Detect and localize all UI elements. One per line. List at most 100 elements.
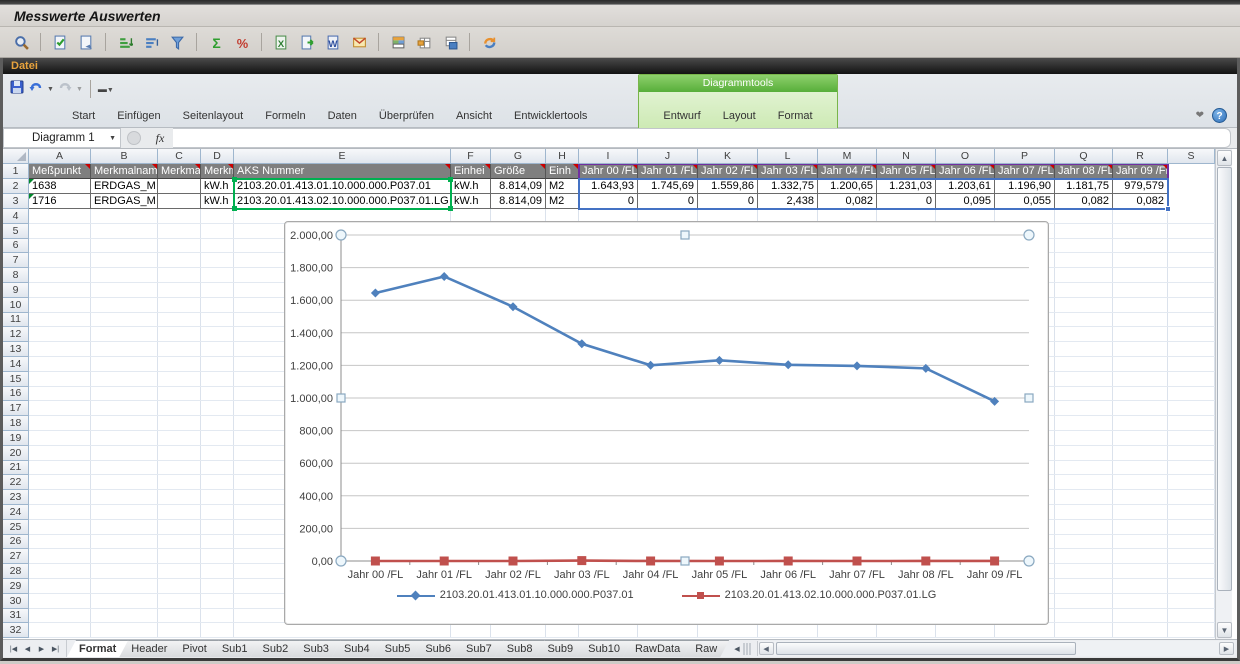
cell-G2[interactable]: 8.814,09 (491, 179, 546, 194)
column-header-K[interactable]: K (698, 149, 758, 164)
sum-icon[interactable]: Σ (205, 31, 227, 53)
cell-A3[interactable]: 1716 (29, 194, 91, 209)
first-sheet-icon[interactable]: |◀ (7, 645, 20, 653)
column-header-O[interactable]: O (936, 149, 995, 164)
column-header-R[interactable]: R (1113, 149, 1168, 164)
row-header-27[interactable]: 27 (3, 549, 29, 564)
cell-P2[interactable]: 1.196,90 (995, 179, 1055, 194)
cell-Q3[interactable]: 0,082 (1055, 194, 1113, 209)
row-header-10[interactable]: 10 (3, 298, 29, 313)
select-all-corner[interactable] (3, 149, 29, 164)
cell-D3[interactable]: kW.h (201, 194, 234, 209)
cell-K1[interactable]: Jahr 02 /FL (698, 164, 758, 179)
cell-B3[interactable]: ERDGAS_M (91, 194, 158, 209)
row-header-30[interactable]: 30 (3, 594, 29, 609)
scroll-up-icon[interactable]: ▲ (1217, 150, 1232, 166)
row-header-28[interactable]: 28 (3, 564, 29, 579)
cell-J1[interactable]: Jahr 01 /FL (638, 164, 698, 179)
cell-R3[interactable]: 0,082 (1113, 194, 1168, 209)
column-header-E[interactable]: E (234, 149, 451, 164)
column-header-G[interactable]: G (491, 149, 546, 164)
customize-quick-access-icon[interactable]: ▬▼ (98, 84, 114, 94)
ribbon-tab-ansicht[interactable]: Ansicht (445, 106, 503, 127)
row-header-3[interactable]: 3 (3, 194, 29, 209)
cell-M3[interactable]: 0,082 (818, 194, 877, 209)
redo-icon[interactable] (57, 79, 73, 100)
tab-splitter-handle[interactable] (743, 643, 751, 655)
row-header-19[interactable]: 19 (3, 431, 29, 446)
cell-E3[interactable]: 2103.20.01.413.02.10.000.000.P037.01.LG (234, 194, 451, 209)
row-header-29[interactable]: 29 (3, 579, 29, 594)
column-header-I[interactable]: I (579, 149, 638, 164)
data-export-icon[interactable] (296, 31, 318, 53)
scroll-left-icon[interactable]: ◀ (759, 642, 774, 655)
column-header-B[interactable]: B (91, 149, 158, 164)
column-header-C[interactable]: C (158, 149, 201, 164)
save-layout-icon[interactable] (439, 31, 461, 53)
row-header-24[interactable]: 24 (3, 505, 29, 520)
row-header-12[interactable]: 12 (3, 327, 29, 342)
cell-J3[interactable]: 0 (638, 194, 698, 209)
minimize-ribbon-icon[interactable]: ❤ (1196, 110, 1204, 121)
cell-D1[interactable]: Merkm (201, 164, 234, 179)
column-header-J[interactable]: J (638, 149, 698, 164)
report-open-icon[interactable] (75, 31, 97, 53)
layout-grid-icon[interactable] (387, 31, 409, 53)
save-icon[interactable] (9, 79, 25, 100)
last-sheet-icon[interactable]: ▶| (49, 645, 62, 653)
cell-N3[interactable]: 0 (877, 194, 936, 209)
subtotal-icon[interactable]: % (231, 31, 253, 53)
row-header-13[interactable]: 13 (3, 342, 29, 357)
row-header-31[interactable]: 31 (3, 609, 29, 624)
row-header-9[interactable]: 9 (3, 283, 29, 298)
column-header-A[interactable]: A (29, 149, 91, 164)
name-box[interactable]: Diagramm 1 ▼ (3, 128, 121, 148)
row-header-32[interactable]: 32 (3, 623, 29, 638)
ribbon-tab-entwicklertools[interactable]: Entwicklertools (503, 106, 598, 127)
cell-L3[interactable]: 2,438 (758, 194, 818, 209)
cell-N1[interactable]: Jahr 05 /FL (877, 164, 936, 179)
cell-R1[interactable]: Jahr 09 /FL (1113, 164, 1168, 179)
cell-K2[interactable]: 1.559,86 (698, 179, 758, 194)
sheet-tab-format[interactable]: Format (67, 640, 128, 657)
row-header-11[interactable]: 11 (3, 313, 29, 328)
redo-menu-caret[interactable]: ▼ (76, 86, 83, 93)
row-header-25[interactable]: 25 (3, 520, 29, 535)
cell-O2[interactable]: 1.203,61 (936, 179, 995, 194)
row-header-22[interactable]: 22 (3, 475, 29, 490)
find-details-icon[interactable] (10, 31, 32, 53)
cell-O1[interactable]: Jahr 06 /FL (936, 164, 995, 179)
next-sheet-icon[interactable]: ▶ (35, 645, 48, 653)
cell-F1[interactable]: Einhei (451, 164, 491, 179)
cell-P1[interactable]: Jahr 07 /FL (995, 164, 1055, 179)
formula-input[interactable] (173, 128, 1231, 148)
cell-N2[interactable]: 1.231,03 (877, 179, 936, 194)
undo-menu-caret[interactable]: ▼ (47, 86, 54, 93)
cell-O3[interactable]: 0,095 (936, 194, 995, 209)
row-header-7[interactable]: 7 (3, 253, 29, 268)
cell-F3[interactable]: kW.h (451, 194, 491, 209)
ribbon-tab-überprüfen[interactable]: Überprüfen (368, 106, 445, 127)
ribbon-tab-einfügen[interactable]: Einfügen (106, 106, 171, 127)
cell-C1[interactable]: Merkma (158, 164, 201, 179)
cell-G1[interactable]: Größe (491, 164, 546, 179)
excel-export-icon[interactable]: X (270, 31, 292, 53)
ribbon-tab-entwurf[interactable]: Entwurf (652, 106, 711, 127)
row-header-1[interactable]: 1 (3, 164, 29, 179)
ribbon-tab-start[interactable]: Start (61, 106, 106, 127)
cell-L2[interactable]: 1.332,75 (758, 179, 818, 194)
column-header-N[interactable]: N (877, 149, 936, 164)
cell-K3[interactable]: 0 (698, 194, 758, 209)
ribbon-tab-daten[interactable]: Daten (317, 106, 368, 127)
cell-F2[interactable]: kW.h (451, 179, 491, 194)
row-header-15[interactable]: 15 (3, 372, 29, 387)
column-header-D[interactable]: D (201, 149, 234, 164)
word-export-icon[interactable]: W (322, 31, 344, 53)
cell-E1[interactable]: AKS Nummer (234, 164, 451, 179)
sheet-tab-sub10[interactable]: Sub10 (576, 640, 632, 657)
row-header-21[interactable]: 21 (3, 461, 29, 476)
cell-H1[interactable]: Einh (546, 164, 579, 179)
cell-P3[interactable]: 0,055 (995, 194, 1055, 209)
cell-A1[interactable]: Meßpunkt (29, 164, 91, 179)
scroll-down-icon[interactable]: ▼ (1217, 622, 1232, 638)
